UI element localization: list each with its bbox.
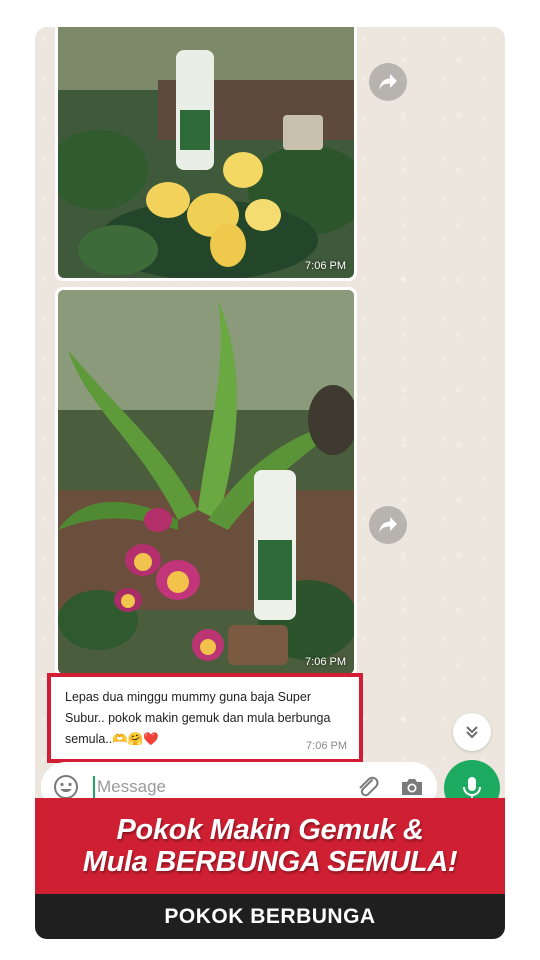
forward-button[interactable] xyxy=(369,506,407,544)
plant-photo: 7:06 PM xyxy=(58,27,354,278)
message-text: Lepas dua minggu mummy guna baja Super S… xyxy=(65,690,331,746)
promo-card: 7:06 PM 7:06 PM Lepas dua minggu mummy g… xyxy=(35,27,505,939)
promo-headline: Pokok Makin Gemuk & Mula BERBUNGA SEMULA… xyxy=(35,798,505,894)
forward-icon xyxy=(379,74,397,90)
text-message-highlighted[interactable]: Lepas dua minggu mummy guna baja Super S… xyxy=(47,673,363,763)
image-message[interactable]: 7:06 PM xyxy=(55,287,357,677)
forward-button[interactable] xyxy=(369,63,407,101)
forward-icon xyxy=(379,517,397,533)
chat-area: 7:06 PM 7:06 PM Lepas dua minggu mummy g… xyxy=(35,27,505,797)
attach-icon[interactable] xyxy=(355,774,381,800)
footer-label: POKOK BERBUNGA xyxy=(164,904,376,928)
headline-line-2: Mula BERBUNGA SEMULA! xyxy=(82,846,458,878)
message-time: 7:06 PM xyxy=(306,740,347,752)
message-time: 7:06 PM xyxy=(305,656,346,668)
emoji-icon[interactable] xyxy=(53,774,79,800)
scroll-to-bottom-button[interactable] xyxy=(453,713,491,751)
image-message[interactable]: 7:06 PM xyxy=(55,27,357,281)
double-chevron-down-icon xyxy=(466,726,478,739)
message-input[interactable]: Message xyxy=(93,776,355,798)
headline-line-1: Pokok Makin Gemuk & xyxy=(116,814,424,846)
footer-label-bar: POKOK BERBUNGA xyxy=(35,894,505,939)
message-time: 7:06 PM xyxy=(305,260,346,272)
plant-photo: 7:06 PM xyxy=(58,290,354,674)
camera-icon[interactable] xyxy=(399,774,425,800)
